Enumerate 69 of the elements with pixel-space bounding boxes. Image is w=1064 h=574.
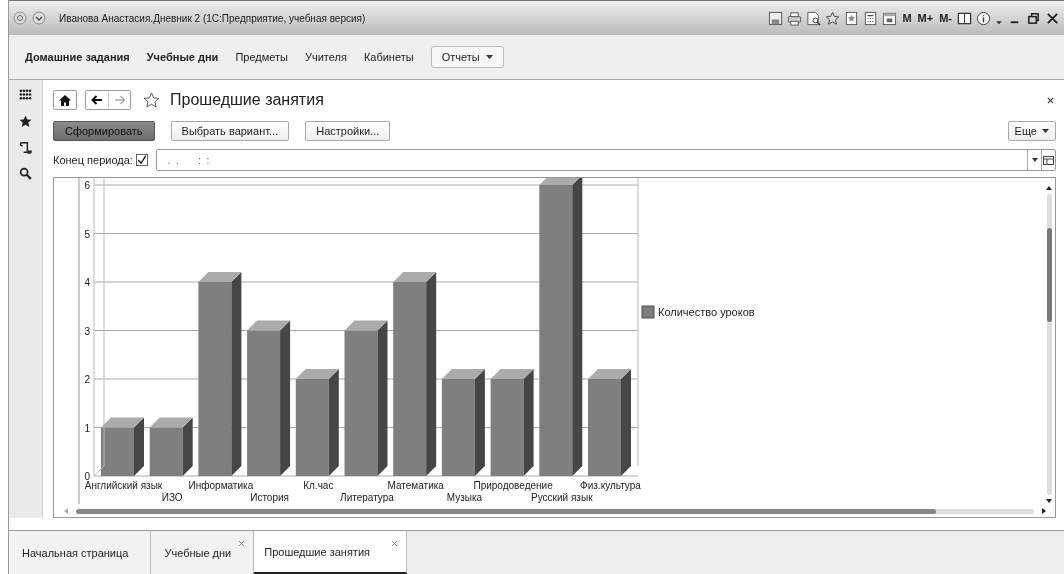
y-tick-label: 0 [84,471,90,482]
info-icon[interactable] [976,10,991,26]
menu-icon[interactable] [32,11,46,25]
y-tick-label: 6 [84,180,90,191]
form-button[interactable]: Настройки... [305,121,391,141]
print-icon[interactable] [787,10,803,26]
calendar-icon[interactable] [882,10,898,26]
calendar-icon[interactable] [1043,155,1054,165]
reports-menu-button[interactable]: Отчеты [430,46,504,68]
category-label: Литература [340,492,394,503]
preview-icon[interactable] [806,10,822,26]
star-icon[interactable] [19,115,32,128]
category-label: Природоведение [473,480,553,491]
grid-menu-icon[interactable] [19,89,32,102]
period-checkbox[interactable] [135,154,148,166]
logo-icon[interactable] [13,11,27,25]
open-tab[interactable]: Начальная страница [9,531,152,574]
section-link[interactable]: Кабинеты [363,51,414,63]
legend-label: Количество уроков [658,306,755,318]
memory-button[interactable]: M [901,12,913,24]
open-tab[interactable]: Учебные дни [151,531,255,574]
form-title: Прошедшие занятия [170,91,325,109]
section-link[interactable]: Учебные дни [146,51,219,63]
scroll-right-icon[interactable] [1042,508,1046,514]
memory-button[interactable]: M+ [916,12,935,24]
date-field[interactable]: . . : : [155,149,1056,171]
home-button[interactable] [53,90,77,110]
category-label: История [250,492,289,503]
calculator-icon[interactable] [863,10,879,26]
panel-icon[interactable] [957,10,972,26]
section-link[interactable]: Домашние задания [25,51,130,63]
y-tick-label: 2 [84,374,90,385]
section-link[interactable]: Учителя [304,51,347,63]
form-button[interactable]: Выбрать вариант... [170,121,290,141]
close-icon[interactable] [1047,96,1054,104]
scroll-down-icon[interactable] [1046,499,1052,503]
open-tab[interactable]: Прошедшие занятия [254,531,407,574]
y-tick-label: 4 [84,277,90,288]
close-icon[interactable] [1045,10,1060,26]
category-label: Русский язык [531,492,593,503]
restore-icon[interactable] [1026,10,1041,26]
caret-icon [485,54,493,60]
search-icon[interactable] [19,167,32,180]
home-icon [59,94,71,106]
category-label: ИЗО [161,492,183,503]
category-label: Информатика [188,480,254,491]
category-label: Кл.час [303,480,334,491]
scroll-up-icon[interactable] [1046,186,1052,190]
period-label: Конец периода: [53,154,133,166]
y-tick-label: 3 [84,325,90,337]
favorite-star-icon[interactable] [143,91,160,109]
category-label: Английский язык [84,480,163,491]
y-tick-label: 1 [84,422,90,434]
form-button[interactable]: Сформировать [53,121,155,141]
save-icon[interactable] [768,10,784,26]
bookmark-icon[interactable] [844,10,860,26]
category-label: Физ.культура [580,480,641,491]
forward-arrow-icon [113,95,126,105]
y-tick-label: 5 [84,228,90,240]
star-icon[interactable] [825,10,841,26]
category-label: Математика [387,480,444,491]
window-title: Иванова Анастасия.Дневник 2 (1С:Предприятие, учебная версия) [59,12,367,24]
category-label: Музыка [446,492,483,503]
back-arrow-icon [91,95,103,105]
caret-icon [1042,128,1049,134]
memory-button[interactable]: M- [938,12,953,24]
section-link[interactable]: Предметы [235,51,288,63]
more-button[interactable]: Еще [1007,121,1056,141]
dropdown-caret-icon[interactable] [1031,158,1038,162]
